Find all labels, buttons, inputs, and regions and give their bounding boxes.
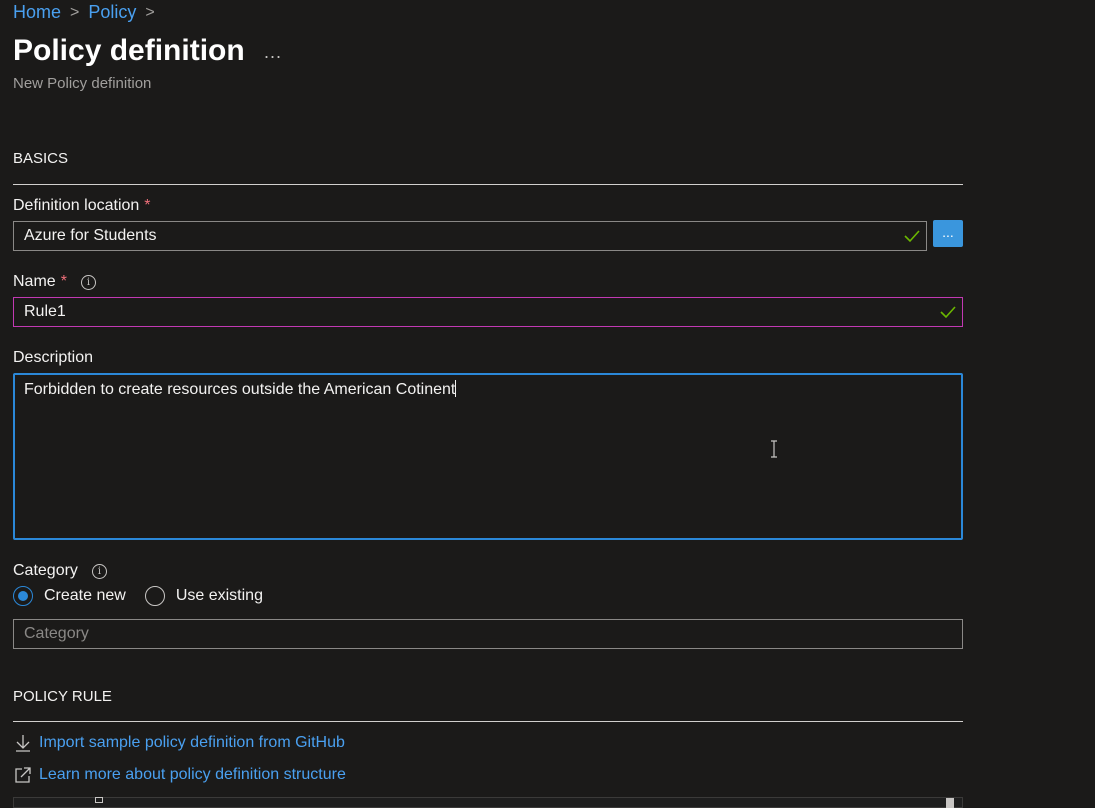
open-external-icon: [15, 767, 31, 783]
radio-create-new-label: Create new: [44, 587, 126, 604]
name-field[interactable]: Rule1: [13, 297, 963, 327]
radio-button-checked[interactable]: [13, 586, 33, 606]
info-icon[interactable]: i: [91, 563, 107, 579]
page-subtitle: New Policy definition: [13, 75, 152, 92]
description-label-text: Description: [13, 349, 94, 366]
basics-heading: BASICS: [13, 150, 69, 167]
category-label-text: Category: [13, 562, 78, 579]
radio-button[interactable]: [144, 586, 165, 606]
import-sample-link-text[interactable]: Import sample policy definition from Git…: [39, 734, 345, 752]
name-label-text: Name: [13, 273, 56, 290]
radio-create-new[interactable]: Create new: [13, 586, 126, 606]
description-textarea[interactable]: Forbidden to create resources outside th…: [13, 373, 963, 540]
category-input[interactable]: Category: [13, 619, 963, 649]
category-placeholder: Category: [24, 625, 89, 642]
more-actions-button[interactable]: ...: [264, 42, 282, 63]
check-icon: [940, 306, 956, 319]
info-icon[interactable]: i: [80, 274, 96, 290]
required-mark: *: [144, 197, 151, 214]
category-label: Category i: [13, 562, 107, 580]
editor-scrollbar-thumb[interactable]: [946, 798, 954, 808]
radio-use-existing-label: Use existing: [175, 587, 263, 604]
name-value: Rule1: [24, 303, 66, 320]
definition-location-field[interactable]: Azure for Students: [13, 221, 927, 251]
description-value: Forbidden to create resources outside th…: [24, 381, 456, 398]
editor-glyph-icon: [95, 797, 103, 803]
category-radio-group: Create new Use existing: [13, 586, 282, 606]
name-label: Name * i: [13, 273, 96, 291]
learn-more-link[interactable]: Learn more about policy definition struc…: [13, 765, 346, 785]
policy-rule-heading: POLICY RULE: [13, 688, 112, 705]
breadcrumb-separator: >: [70, 3, 80, 21]
breadcrumb-policy[interactable]: Policy: [88, 2, 136, 23]
definition-location-value: Azure for Students: [24, 227, 157, 244]
radio-use-existing[interactable]: Use existing: [144, 586, 263, 606]
policy-rule-divider: [13, 721, 963, 722]
check-icon: [904, 230, 920, 243]
definition-location-label-text: Definition location: [13, 197, 140, 214]
basics-divider: [13, 184, 963, 185]
breadcrumb-home[interactable]: Home: [13, 2, 61, 23]
import-sample-link[interactable]: Import sample policy definition from Git…: [13, 733, 345, 753]
description-label: Description: [13, 349, 93, 367]
browse-scope-button[interactable]: ...: [933, 220, 963, 247]
policy-definition-page: Home > Policy > Policy definition ... Ne…: [0, 0, 1095, 808]
breadcrumb: Home > Policy >: [13, 2, 164, 23]
policy-rule-editor-top[interactable]: [13, 797, 963, 808]
learn-more-link-text[interactable]: Learn more about policy definition struc…: [39, 766, 346, 784]
definition-location-label: Definition location *: [13, 197, 151, 215]
text-caret: [455, 380, 457, 397]
page-title: Policy definition: [13, 34, 245, 67]
ibeam-cursor-icon: [771, 440, 777, 458]
download-icon: [16, 735, 30, 752]
breadcrumb-separator: >: [145, 3, 155, 21]
required-mark: *: [60, 273, 67, 290]
